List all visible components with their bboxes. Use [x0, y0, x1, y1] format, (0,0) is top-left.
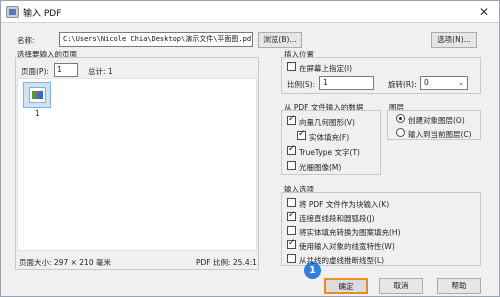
window-title: 输入 PDF: [23, 9, 62, 19]
file-path-field[interactable]: C:\Users\Nicole Chia\Desktop\演示文件\平面图.pd…: [59, 32, 253, 47]
truetype-text-checkbox[interactable]: [287, 144, 296, 155]
truetype-text-label: TrueType 文字(T): [299, 148, 360, 157]
close-icon[interactable]: ✕: [475, 4, 493, 20]
scale-input[interactable]: 1: [319, 76, 374, 90]
cancel-button[interactable]: 取消: [379, 278, 423, 294]
specify-on-screen-label: 在屏幕上指定(I): [299, 64, 353, 73]
create-object-layers-label: 创建对象图层(O): [408, 116, 465, 125]
import-option-label: 从共线的虚线推断线型(L): [299, 256, 385, 265]
total-pages-label: 总计: 1: [88, 67, 113, 76]
import-option-checkbox[interactable]: [287, 226, 296, 235]
rotation-label: 旋转(R):: [388, 80, 417, 89]
pdf-app-icon: [6, 6, 19, 18]
page-thumbnail[interactable]: [23, 82, 51, 108]
ok-button[interactable]: 确定: [324, 278, 368, 294]
rotation-value: 0: [424, 78, 429, 87]
options-button[interactable]: 选项(N)...: [431, 32, 477, 48]
page-number-input[interactable]: 1: [54, 63, 78, 77]
import-pdf-dialog: 输入 PDF ✕ 名称: C:\Users\Nicole Chia\Deskto…: [0, 0, 500, 297]
page-preview-area: [17, 78, 257, 251]
thumbnail-image: [29, 87, 46, 103]
pdf-scale-text: PDF 比例: 25.4:1: [196, 258, 257, 267]
import-option-checkbox[interactable]: [287, 254, 296, 263]
title-bar: 输入 PDF ✕: [1, 1, 499, 23]
import-option-label: 连接直线段和圆弧段(J): [299, 214, 375, 223]
page-size-text: 页面大小: 297 × 210 毫米: [19, 258, 111, 267]
scale-label: 比例(S):: [287, 80, 316, 89]
chevron-down-icon: ⌄: [458, 79, 464, 87]
current-layer-radio[interactable]: [396, 128, 405, 137]
import-option-checkbox[interactable]: [287, 198, 296, 207]
solid-fill-checkbox[interactable]: [297, 129, 306, 140]
rotation-select[interactable]: 0 ⌄: [420, 76, 468, 90]
specify-on-screen-checkbox[interactable]: [287, 62, 296, 71]
import-option-checkbox[interactable]: [287, 238, 296, 249]
create-object-layers-radio[interactable]: [396, 114, 405, 123]
help-button[interactable]: 帮助: [437, 278, 481, 294]
vector-geometry-checkbox[interactable]: [287, 114, 296, 125]
current-layer-label: 输入到当前图层(C): [408, 130, 472, 139]
vector-geometry-label: 向量几何图形(V): [299, 118, 355, 127]
import-option-label: 将实体填充转换为图案填充(H): [299, 228, 401, 237]
page-label: 页面(P):: [21, 67, 49, 76]
import-option-label: 使用输入对象的线宽特性(W): [299, 242, 395, 251]
raster-images-label: 光栅图像(M): [299, 163, 342, 172]
import-option-checkbox[interactable]: [287, 210, 296, 221]
solid-fill-label: 实体填充(F): [309, 133, 350, 142]
raster-images-checkbox[interactable]: [287, 161, 296, 170]
thumbnail-caption: 1: [35, 109, 40, 118]
name-label: 名称:: [17, 36, 35, 45]
import-option-label: 将 PDF 文件作为块输入(K): [299, 200, 390, 209]
browse-button[interactable]: 浏览(B)...: [258, 32, 302, 48]
